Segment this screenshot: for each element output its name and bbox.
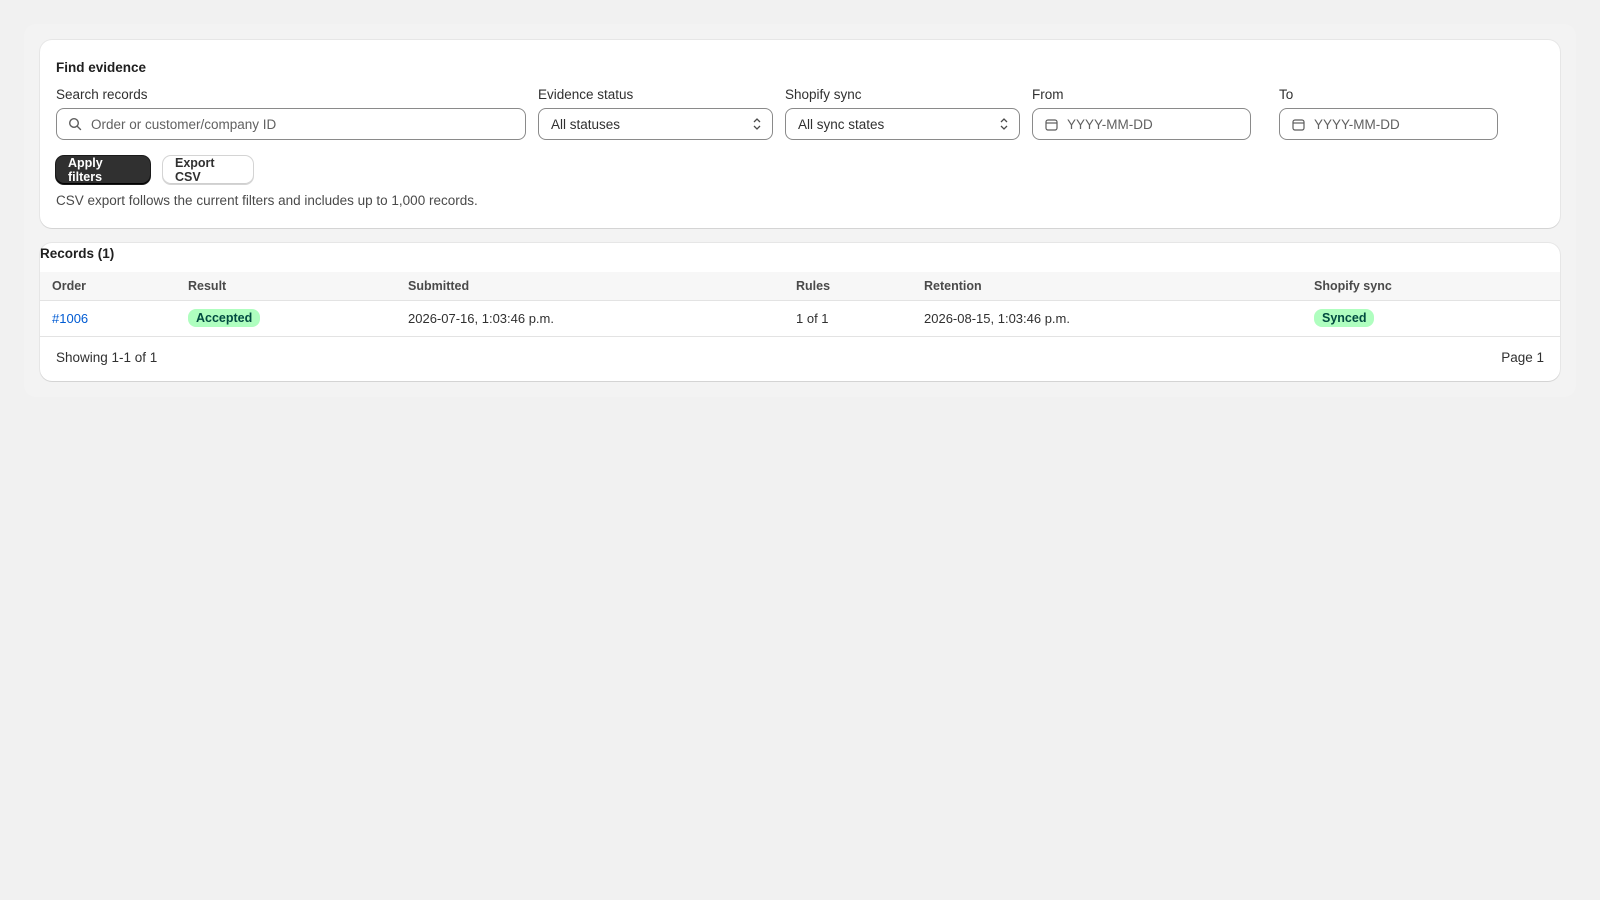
export-csv-button[interactable]: Export CSV (163, 156, 253, 184)
shopify-sync-select[interactable]: All sync states (785, 108, 1020, 140)
calendar-icon (1043, 116, 1059, 132)
rules-cell: 1 of 1 (784, 300, 912, 337)
from-date-field[interactable]: YYYY-MM-DD (1032, 108, 1251, 140)
select-arrows-icon (752, 116, 762, 132)
column-header-submitted[interactable]: Submitted (396, 272, 784, 301)
submitted-cell: 2026-07-16, 1:03:46 p.m. (396, 300, 784, 337)
search-placeholder: Order or customer/company ID (91, 116, 277, 132)
search-icon (67, 116, 83, 132)
from-placeholder: YYYY-MM-DD (1067, 116, 1153, 132)
table-header-row: Order Result Submitted Rules Retention S… (40, 272, 1560, 301)
table-row[interactable]: #1006 Accepted 2026-07-16, 1:03:46 p.m. … (40, 300, 1560, 337)
shopify-sync-label: Shopify sync (785, 87, 862, 102)
calendar-icon (1290, 116, 1306, 132)
records-title: Records (1) (40, 246, 115, 261)
shopify-sync-value: All sync states (798, 116, 885, 132)
evidence-status-value: All statuses (551, 116, 621, 132)
filters-title: Find evidence (56, 60, 147, 75)
column-header-order[interactable]: Order (40, 272, 176, 301)
export-help-text: CSV export follows the current filters a… (56, 193, 478, 208)
filters-card: Find evidence Search records Order or cu… (40, 40, 1560, 228)
sync-badge: Synced (1314, 309, 1375, 327)
evidence-status-select[interactable]: All statuses (538, 108, 773, 140)
order-link[interactable]: #1006 (52, 311, 88, 326)
to-date-field[interactable]: YYYY-MM-DD (1279, 108, 1498, 140)
search-label: Search records (56, 87, 148, 102)
apply-filters-button[interactable]: Apply filters (56, 156, 150, 184)
search-input[interactable]: Order or customer/company ID (56, 108, 526, 140)
from-label: From (1032, 87, 1064, 102)
result-badge: Accepted (188, 309, 261, 327)
page-indicator: Page 1 (1501, 350, 1544, 365)
records-table: Order Result Submitted Rules Retention S… (40, 272, 1560, 337)
pagination-summary: Showing 1-1 of 1 (56, 350, 158, 365)
column-header-retention[interactable]: Retention (912, 272, 1302, 301)
column-header-shopify-sync[interactable]: Shopify sync (1302, 272, 1560, 301)
column-header-result[interactable]: Result (176, 272, 396, 301)
column-header-rules[interactable]: Rules (784, 272, 912, 301)
to-label: To (1279, 87, 1294, 102)
select-arrows-icon (999, 116, 1009, 132)
retention-cell: 2026-08-15, 1:03:46 p.m. (912, 300, 1302, 337)
evidence-status-label: Evidence status (538, 87, 634, 102)
records-card: Records (1) Order Result Submitted Rules… (40, 243, 1560, 381)
evidence-page: Find evidence Search records Order or cu… (24, 24, 1576, 397)
to-placeholder: YYYY-MM-DD (1314, 116, 1400, 132)
